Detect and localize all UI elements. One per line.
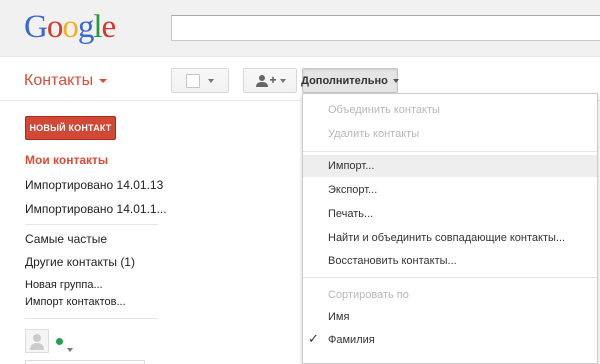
menu-item-sort-label: Сортировать по	[328, 289, 409, 301]
more-actions-menu: Объединить контакты Удалить контакты Имп…	[302, 93, 598, 364]
add-to-group-button[interactable]	[243, 68, 297, 93]
logo-letter-o2: o	[62, 9, 78, 45]
sidebar-item-new-group[interactable]: Новая группа...	[25, 279, 103, 291]
chevron-down-icon	[67, 348, 73, 352]
search-input[interactable]	[171, 15, 600, 41]
menu-item-sort-surname[interactable]: Фамилия	[328, 334, 375, 346]
menu-item-export[interactable]: Экспорт...	[328, 184, 377, 196]
chevron-down-icon	[208, 78, 214, 83]
sidebar-divider	[25, 318, 158, 319]
logo-letter-o1: o	[46, 9, 63, 45]
menu-item-restore[interactable]: Восстановить контакты...	[328, 255, 457, 267]
sidebar-item-import[interactable]: Импорт контактов...	[25, 296, 126, 308]
logo-letter-g2: g	[77, 9, 94, 45]
contacts-page: Google Контакты Дополнительно НОВЫЙ КОНТ…	[0, 0, 600, 364]
app-title-label: Контакты	[24, 72, 94, 89]
google-logo[interactable]: Google	[24, 8, 117, 46]
chevron-down-icon	[279, 78, 286, 83]
menu-item-delete: Удалить контакты	[328, 128, 420, 140]
sidebar-divider	[25, 224, 158, 225]
sidebar-item-other[interactable]: Другие контакты (1)	[25, 255, 135, 269]
chevron-down-icon	[392, 78, 399, 83]
menu-item-sort-name[interactable]: Имя	[328, 311, 349, 323]
more-actions-button[interactable]: Дополнительно	[301, 68, 399, 93]
logo-letter-g: G	[24, 9, 48, 45]
menu-divider	[303, 151, 597, 152]
top-bar: Google	[0, 0, 600, 57]
status-menu[interactable]	[67, 339, 73, 357]
sidebar-item-my-contacts[interactable]: Мои контакты	[25, 153, 108, 167]
menu-item-find-merge[interactable]: Найти и объединить совпадающие контакты.…	[328, 232, 565, 244]
more-actions-label: Дополнительно	[301, 74, 388, 87]
menu-divider	[303, 277, 597, 278]
logo-letter-l: l	[93, 9, 102, 45]
online-status-icon	[56, 338, 63, 345]
select-contacts-button[interactable]	[171, 68, 229, 93]
menu-item-print[interactable]: Печать...	[328, 208, 373, 220]
sidebar-item-frequent[interactable]: Самые частые	[25, 232, 107, 246]
person-icon	[30, 334, 44, 350]
new-contact-button[interactable]: НОВЫЙ КОНТАКТ	[25, 116, 116, 140]
add-person-icon	[255, 74, 276, 87]
avatar[interactable]	[25, 329, 49, 353]
checkbox-icon	[186, 73, 200, 88]
chat-search-box[interactable]	[25, 360, 145, 364]
menu-item-import[interactable]: Импорт...	[303, 155, 597, 177]
menu-item-merge: Объединить контакты	[328, 104, 440, 116]
logo-letter-e: e	[101, 9, 117, 45]
chevron-down-icon	[99, 78, 108, 83]
sidebar-item-imported-1[interactable]: Импортировано 14.01.13	[25, 178, 163, 192]
sidebar-item-imported-2[interactable]: Импортировано 14.01.1...	[25, 202, 167, 216]
app-title-dropdown[interactable]: Контакты	[24, 72, 108, 90]
checkmark-icon: ✓	[308, 331, 319, 346]
